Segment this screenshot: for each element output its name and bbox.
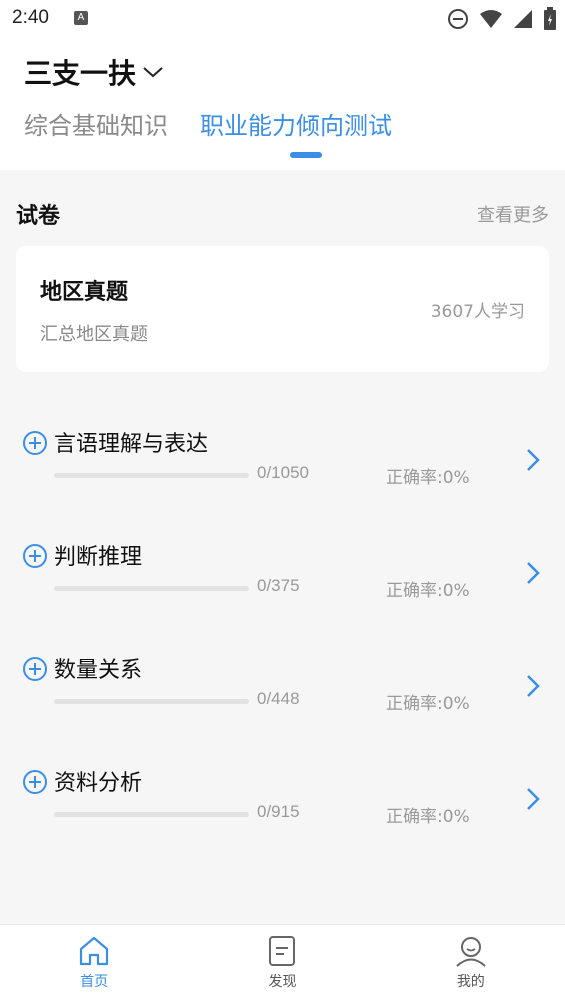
card-title: 地区真题 bbox=[40, 280, 129, 305]
see-more-link[interactable]: 查看更多 bbox=[477, 201, 549, 227]
progress-bar bbox=[54, 473, 249, 478]
header: 三支一扶 综合基础知识 职业能力倾向测试 bbox=[0, 38, 565, 170]
exam-title: 三支一扶 bbox=[24, 57, 137, 90]
nav-discover[interactable]: 发现 bbox=[188, 925, 376, 1004]
card-subtitle: 汇总地区真题 bbox=[40, 324, 148, 345]
chevron-right-icon[interactable] bbox=[524, 672, 542, 700]
expand-plus-icon[interactable] bbox=[22, 430, 48, 456]
home-icon bbox=[80, 936, 109, 966]
progress-bar bbox=[54, 586, 249, 591]
category-title: 言语理解与表达 bbox=[54, 432, 209, 457]
tab-aptitude-test[interactable]: 职业能力倾向测试 bbox=[200, 106, 392, 141]
do-not-disturb-icon bbox=[448, 9, 468, 29]
notification-icon: A bbox=[74, 11, 88, 25]
expand-plus-icon[interactable] bbox=[22, 656, 48, 682]
category-title: 判断推理 bbox=[54, 545, 143, 570]
nav-profile[interactable]: 我的 bbox=[377, 925, 565, 1004]
progress-text: 0/375 bbox=[257, 576, 300, 595]
status-time: 2:40 bbox=[12, 7, 49, 28]
category-title: 数量关系 bbox=[54, 658, 143, 683]
learner-count: 3607人学习 bbox=[430, 302, 525, 322]
status-bar: 2:40 A bbox=[0, 0, 565, 38]
nav-label: 我的 bbox=[456, 974, 485, 990]
accuracy-text: 正确率:0% bbox=[386, 694, 470, 714]
chevron-right-icon[interactable] bbox=[524, 785, 542, 813]
category-title: 资料分析 bbox=[54, 771, 143, 796]
chevron-right-icon[interactable] bbox=[524, 446, 542, 474]
progress-text: 0/915 bbox=[257, 802, 300, 821]
nav-home[interactable]: 首页 bbox=[0, 925, 188, 1004]
section-title: 试卷 bbox=[16, 204, 61, 229]
progress-bar bbox=[54, 699, 249, 704]
progress-bar bbox=[54, 812, 249, 817]
subject-tabs: 综合基础知识 职业能力倾向测试 bbox=[24, 106, 392, 141]
expand-plus-icon[interactable] bbox=[22, 543, 48, 569]
profile-icon bbox=[456, 937, 486, 967]
progress-text: 0/1050 bbox=[257, 463, 309, 482]
category-row[interactable]: 数量关系 0/448 正确率:0% bbox=[0, 644, 565, 744]
expand-plus-icon[interactable] bbox=[22, 769, 48, 795]
battery-icon bbox=[544, 7, 556, 30]
nav-label: 首页 bbox=[80, 974, 109, 990]
progress-text: 0/448 bbox=[257, 689, 300, 708]
papers-section-header: 试卷 查看更多 bbox=[16, 198, 549, 230]
tab-indicator bbox=[290, 152, 322, 158]
wifi-icon bbox=[480, 10, 502, 28]
status-icons bbox=[447, 7, 557, 31]
regional-exams-card[interactable]: 地区真题 汇总地区真题 3607人学习 bbox=[16, 246, 549, 372]
signal-icon bbox=[514, 10, 532, 28]
nav-label: 发现 bbox=[268, 974, 297, 990]
accuracy-text: 正确率:0% bbox=[386, 807, 470, 827]
accuracy-text: 正确率:0% bbox=[386, 468, 470, 488]
category-row[interactable]: 言语理解与表达 0/1050 正确率:0% bbox=[0, 418, 565, 518]
bottom-nav: 首页 发现 我的 bbox=[0, 924, 565, 1004]
chevron-down-icon bbox=[143, 67, 163, 78]
exam-selector[interactable]: 三支一扶 bbox=[24, 52, 164, 92]
category-row[interactable]: 判断推理 0/375 正确率:0% bbox=[0, 531, 565, 631]
tab-basic-knowledge[interactable]: 综合基础知识 bbox=[24, 106, 168, 141]
category-row[interactable]: 资料分析 0/915 正确率:0% bbox=[0, 757, 565, 857]
chevron-right-icon[interactable] bbox=[524, 559, 542, 587]
accuracy-text: 正确率:0% bbox=[386, 581, 470, 601]
document-icon bbox=[269, 936, 296, 966]
